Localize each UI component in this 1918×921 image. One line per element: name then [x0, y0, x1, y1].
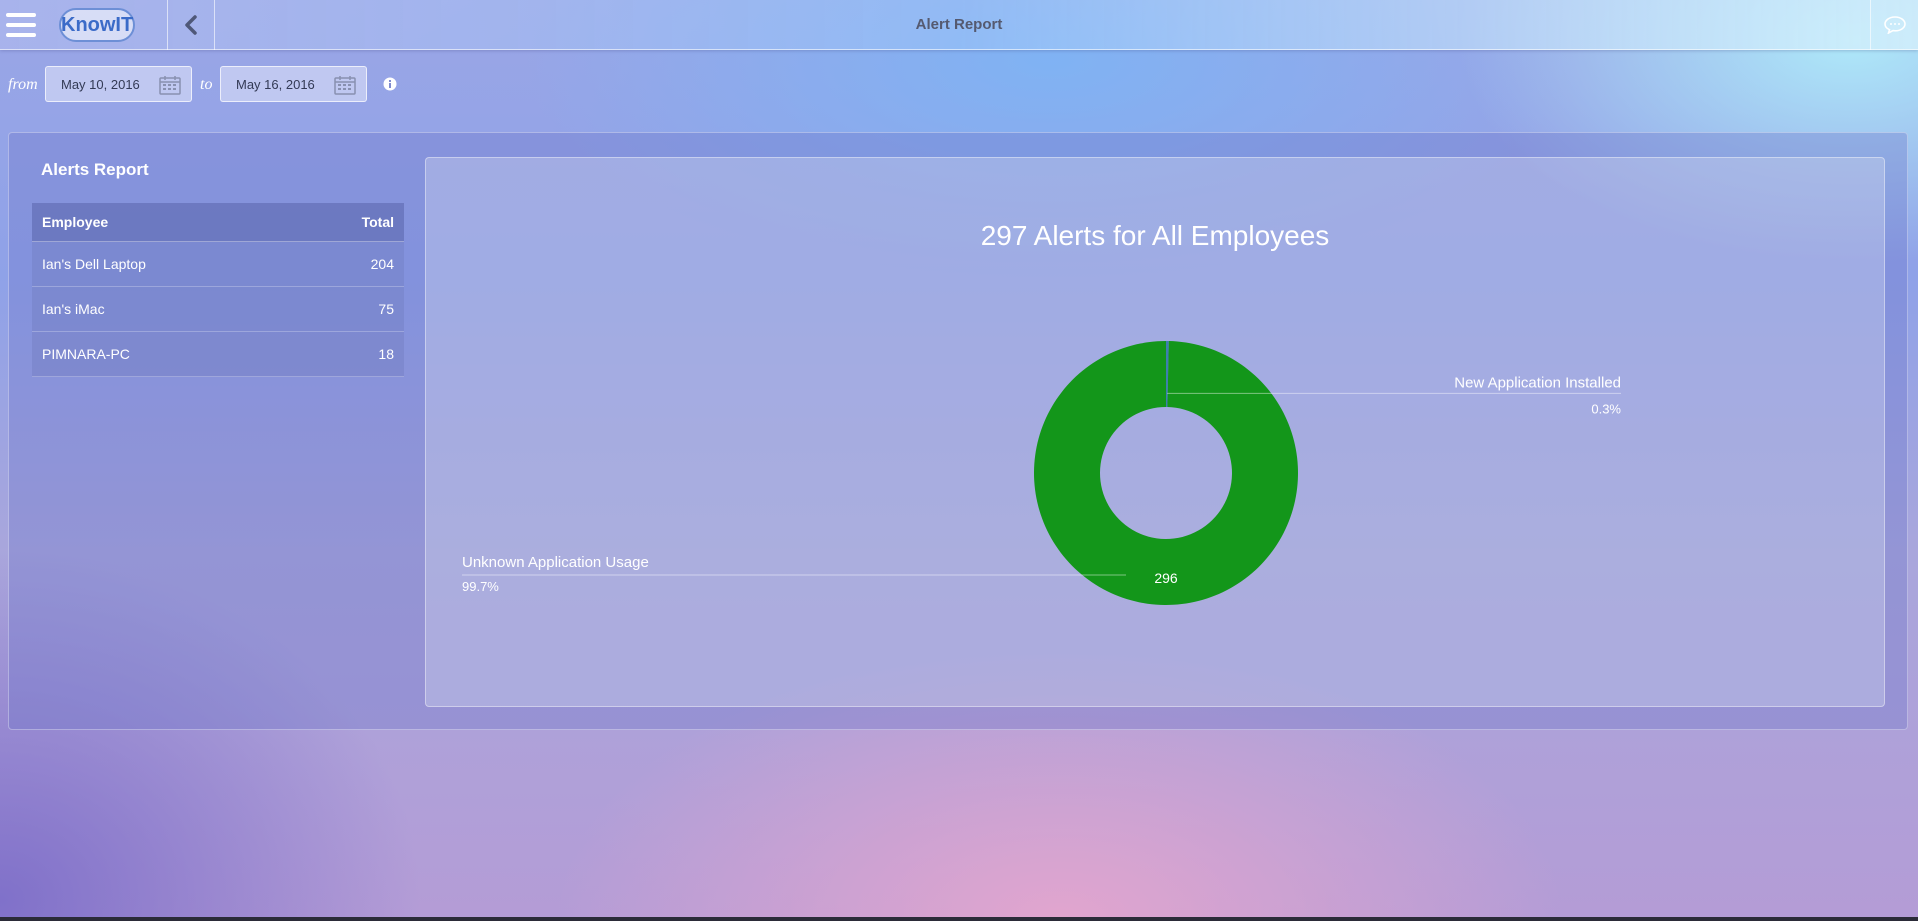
table-header: Employee Total [32, 203, 404, 242]
slice-percent-unknown-application-usage: 99.7% [462, 579, 499, 594]
donut-chart: New Application Installed 0.3% Unknown App… [462, 340, 1621, 605]
divider [214, 0, 215, 50]
slice-label-new-application-installed: New Application Installed [1454, 374, 1621, 391]
employee-name: PIMNARA-PC [42, 346, 130, 362]
from-date-value: May 10, 2016 [61, 77, 140, 92]
alert-total: 204 [370, 256, 394, 272]
to-date-value: May 16, 2016 [236, 77, 315, 92]
table-row[interactable]: Ian's iMac 75 [32, 287, 404, 332]
taskbar-strip [0, 917, 1918, 921]
column-header-total[interactable]: Total [362, 203, 394, 242]
alerts-report-panel: Alerts Report Employee Total Ian's Dell … [8, 132, 1908, 730]
chart-card: 297 Alerts for All Employees New Applica… [425, 157, 1885, 707]
knowit-logo[interactable]: KnowIT [59, 8, 135, 42]
donut-slice-unknown-application-usage[interactable] [1033, 340, 1298, 605]
panel-title: Alerts Report [41, 160, 149, 179]
calendar-icon[interactable] [159, 75, 181, 95]
alert-total: 18 [378, 346, 394, 362]
page-title: Alert Report [915, 16, 1003, 33]
table-row[interactable]: Ian's Dell Laptop 204 [32, 242, 404, 287]
alert-total: 75 [378, 301, 394, 317]
employee-name: Ian's iMac [42, 301, 105, 317]
slice-percent-new-application-installed: 0.3% [1591, 401, 1621, 416]
from-date-picker[interactable]: May 10, 2016 [45, 66, 192, 102]
chat-bubble-icon [1884, 16, 1906, 34]
employee-name: Ian's Dell Laptop [42, 256, 146, 272]
column-header-employee[interactable]: Employee [42, 214, 108, 230]
to-date-picker[interactable]: May 16, 2016 [220, 66, 367, 102]
hamburger-menu-icon[interactable] [6, 13, 36, 37]
calendar-icon[interactable] [334, 75, 356, 95]
table-row[interactable]: PIMNARA-PC 18 [32, 332, 404, 377]
to-label: to [200, 76, 213, 93]
slice-label-unknown-application-usage: Unknown Application Usage [462, 554, 649, 571]
info-icon[interactable] [383, 77, 397, 91]
alerts-table: Employee Total Ian's Dell Laptop 204 Ian… [32, 203, 404, 377]
slice-value-label: 296 [1154, 570, 1178, 586]
top-bar: KnowIT Alert Report [0, 0, 1918, 50]
from-label: from [8, 76, 38, 93]
back-button[interactable] [168, 0, 214, 50]
chat-button[interactable] [1870, 0, 1918, 50]
chevron-left-icon [185, 15, 197, 35]
